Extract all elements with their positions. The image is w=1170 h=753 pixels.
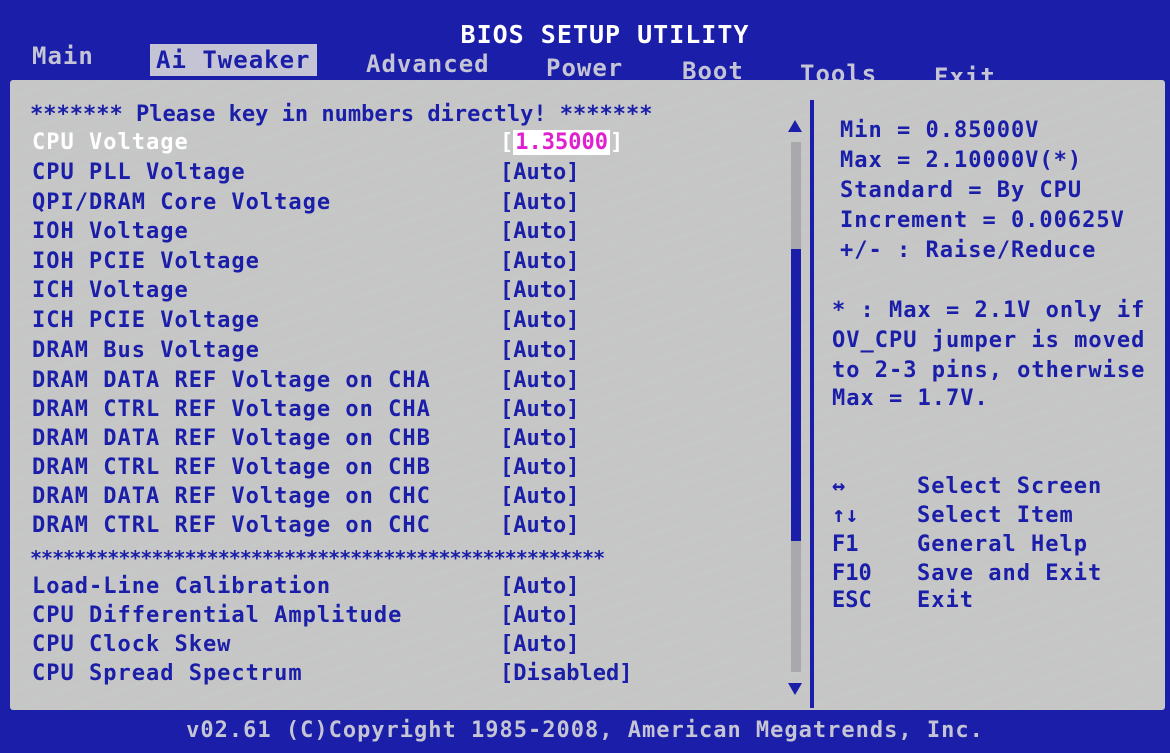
setting-row-cpu-spread-spectrum[interactable]: CPU Spread Spectrum [Disabled] [30,661,790,690]
info-standard: Standard = By CPU [840,178,1083,203]
key-description: Save and Exit [917,561,1103,586]
setting-label: CPU PLL Voltage [32,160,246,185]
setting-label: CPU Differential Amplitude [32,603,403,628]
note-line: Max = 1.7V. [832,386,989,411]
menu-bar: Main Ai Tweaker Advanced Power Boot Tool… [0,40,1170,91]
setting-value: [Auto] [500,426,580,451]
setting-row-ioh-pcie-voltage[interactable]: IOH PCIE Voltage [Auto] [30,249,790,278]
setting-value: [Auto] [500,308,580,333]
setting-label: IOH Voltage [32,219,189,244]
setting-row-qpi-dram-core-voltage[interactable]: QPI/DRAM Core Voltage [Auto] [30,190,790,219]
section-separator: ****************************************… [30,546,605,570]
setting-label: DRAM DATA REF Voltage on CHB [32,426,431,451]
bios-screen: BIOS SETUP UTILITY Main Ai Tweaker Advan… [0,0,1170,753]
setting-value: [Auto] [500,338,580,363]
note-line: * : Max = 2.1V only if [832,298,1146,323]
setting-value: [Auto] [500,603,580,628]
setting-value: [Auto] [500,632,580,657]
key-name: F1 [832,532,859,557]
scroll-down-arrow-icon[interactable] [788,683,802,695]
setting-row-dram-data-ref-cha[interactable]: DRAM DATA REF Voltage on CHA [Auto] [30,368,790,397]
setting-value: [Auto] [500,455,580,480]
key-description: General Help [917,532,1088,557]
setting-label: CPU Spread Spectrum [32,661,303,686]
info-max: Max = 2.10000V(*) [840,148,1083,173]
setting-value: [Disabled] [500,661,633,686]
tab-advanced[interactable]: Advanced [360,48,496,80]
setting-value: [Auto] [500,513,580,538]
setting-label: CPU Voltage [32,130,189,155]
setting-row-dram-ctrl-ref-cha[interactable]: DRAM CTRL REF Voltage on CHA [Auto] [30,397,790,426]
setting-value-input[interactable]: [1.35000] [500,130,623,155]
up-down-arrows-icon: ↑↓ [832,503,859,528]
setting-row-dram-data-ref-chb[interactable]: DRAM DATA REF Voltage on CHB [Auto] [30,426,790,455]
setting-row-dram-ctrl-ref-chb[interactable]: DRAM CTRL REF Voltage on CHB [Auto] [30,455,790,484]
info-increment: Increment = 0.00625V [840,208,1125,233]
setting-value: [Auto] [500,219,580,244]
setting-label: CPU Clock Skew [32,632,232,657]
setting-value: [Auto] [500,249,580,274]
setting-label: DRAM Bus Voltage [32,338,260,363]
setting-row-dram-bus-voltage[interactable]: DRAM Bus Voltage [Auto] [30,338,790,367]
tab-ai-tweaker[interactable]: Ai Tweaker [150,44,317,76]
setting-row-cpu-differential-amplitude[interactable]: CPU Differential Amplitude [Auto] [30,603,790,632]
setting-label: Load-Line Calibration [32,574,332,599]
setting-value: [Auto] [500,278,580,303]
setting-row-dram-ctrl-ref-chc[interactable]: DRAM CTRL REF Voltage on CHC [Auto] [30,513,790,542]
setting-value: [Auto] [500,397,580,422]
setting-value: [Auto] [500,574,580,599]
key-description: Select Screen [917,474,1103,499]
panel-divider [810,100,814,708]
key-name: F10 [832,561,872,586]
setting-value: [Auto] [500,484,580,509]
info-raise-reduce: +/- : Raise/Reduce [840,238,1097,263]
info-min: Min = 0.85000V [840,118,1040,143]
setting-label: ICH Voltage [32,278,189,303]
copyright-footer: v02.61 (C)Copyright 1985-2008, American … [186,718,984,743]
setting-row-ich-pcie-voltage[interactable]: ICH PCIE Voltage [Auto] [30,308,790,337]
scroll-thumb[interactable] [791,249,801,541]
left-right-arrows-icon: ↔ [832,474,846,499]
setting-value: [Auto] [500,160,580,185]
scroll-up-arrow-icon[interactable] [788,120,802,132]
setting-label: DRAM CTRL REF Voltage on CHB [32,455,431,480]
note-line: to 2-3 pins, otherwise [832,358,1146,383]
input-hint: ******* Please key in numbers directly! … [30,102,653,127]
setting-label: DRAM DATA REF Voltage on CHA [32,368,431,393]
setting-row-load-line-calibration[interactable]: Load-Line Calibration [Auto] [30,574,790,603]
cpu-voltage-value[interactable]: 1.35000 [513,130,610,155]
setting-label: QPI/DRAM Core Voltage [32,190,332,215]
setting-label: DRAM CTRL REF Voltage on CHC [32,513,431,538]
settings-scrollbar[interactable] [783,120,805,695]
key-description: Exit [917,588,974,613]
key-name: ESC [832,588,872,613]
setting-value: [Auto] [500,368,580,393]
setting-row-cpu-pll-voltage[interactable]: CPU PLL Voltage [Auto] [30,160,790,189]
setting-label: DRAM DATA REF Voltage on CHC [32,484,431,509]
setting-value: [Auto] [500,190,580,215]
setting-label: DRAM CTRL REF Voltage on CHA [32,397,431,422]
setting-row-cpu-voltage[interactable]: CPU Voltage [1.35000] [30,130,790,159]
setting-row-ioh-voltage[interactable]: IOH Voltage [Auto] [30,219,790,248]
setting-label: ICH PCIE Voltage [32,308,260,333]
note-line: OV_CPU jumper is moved [832,328,1146,353]
setting-row-dram-data-ref-chc[interactable]: DRAM DATA REF Voltage on CHC [Auto] [30,484,790,513]
setting-label: IOH PCIE Voltage [32,249,260,274]
key-description: Select Item [917,503,1074,528]
tab-main[interactable]: Main [26,40,100,72]
setting-row-ich-voltage[interactable]: ICH Voltage [Auto] [30,278,790,307]
setting-row-cpu-clock-skew[interactable]: CPU Clock Skew [Auto] [30,632,790,661]
